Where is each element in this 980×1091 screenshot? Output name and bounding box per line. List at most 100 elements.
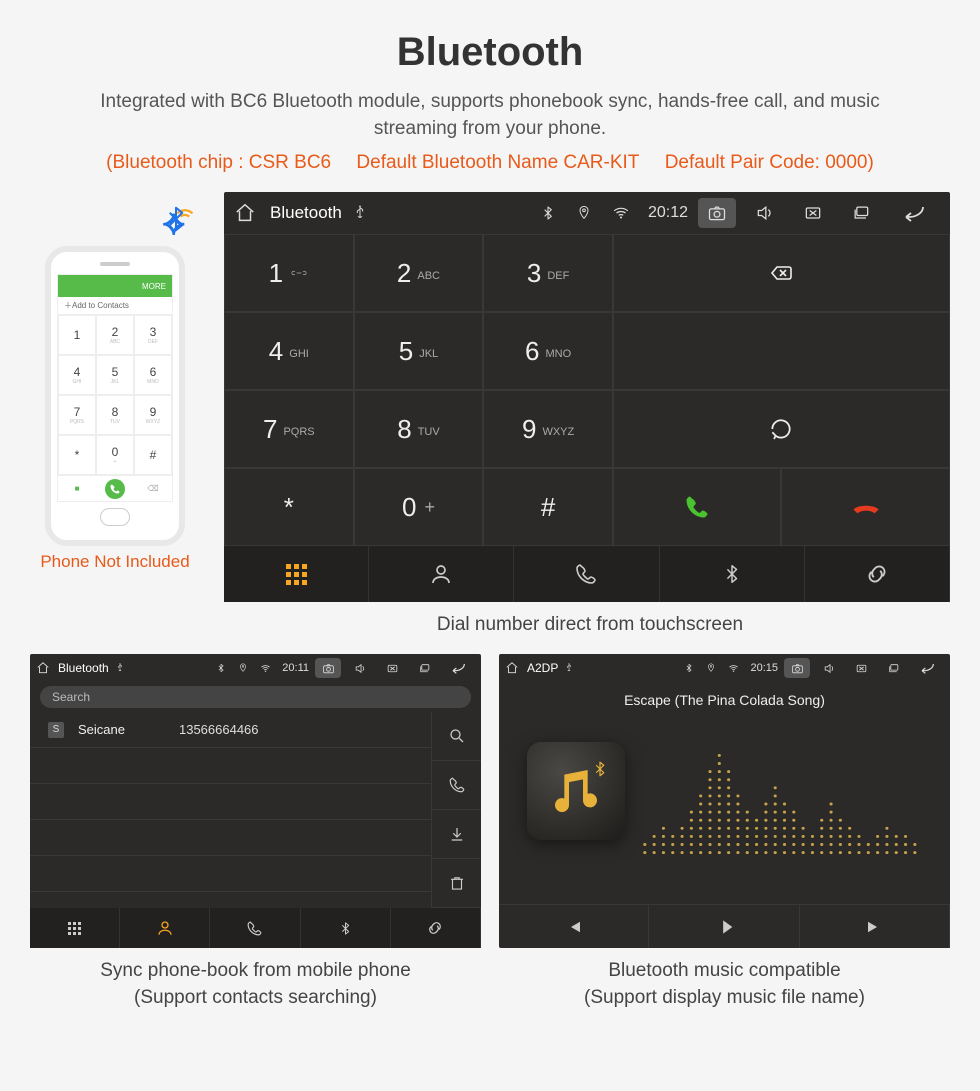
volume-icon[interactable] (746, 198, 784, 228)
contact-letter: S (48, 722, 64, 738)
dial-key-3[interactable]: 3DEF (483, 234, 613, 312)
location-icon (238, 663, 254, 673)
tab-bluetooth[interactable] (660, 546, 805, 602)
status-bar: Bluetooth 20:11 (30, 654, 481, 682)
dial-key-8[interactable]: 8TUV (354, 390, 484, 468)
contacts-caption: Sync phone-book from mobile phone(Suppor… (30, 958, 481, 1011)
phone-key: 2ABC (96, 315, 134, 355)
bottom-tabs (224, 546, 950, 602)
status-title: Bluetooth (58, 661, 109, 675)
dial-key-hash[interactable]: # (483, 468, 613, 546)
next-button[interactable] (800, 905, 950, 948)
recents-icon[interactable] (842, 198, 880, 228)
tab-pair[interactable] (391, 908, 481, 948)
screenshot-icon[interactable] (784, 658, 810, 678)
close-app-icon[interactable] (848, 658, 874, 678)
usb-icon (564, 663, 580, 673)
status-time: 20:11 (282, 662, 309, 674)
search-input[interactable]: Search (40, 686, 471, 708)
status-time: 20:15 (750, 662, 778, 674)
tab-dialpad[interactable] (224, 546, 369, 602)
close-app-icon[interactable] (379, 658, 405, 678)
usb-icon (352, 205, 378, 221)
tab-bluetooth[interactable] (301, 908, 391, 948)
phone-key: 1 (58, 315, 96, 355)
dial-key-4[interactable]: 4GHI (224, 312, 354, 390)
hangup-button[interactable] (781, 468, 950, 546)
dial-key-2[interactable]: 2ABC (354, 234, 484, 312)
back-icon[interactable] (912, 658, 944, 678)
phone-key: 0+ (96, 435, 134, 475)
backspace-button[interactable] (613, 234, 950, 312)
side-delete-icon[interactable] (431, 859, 481, 908)
headunit-dialer: Bluetooth 20:12 1 2ABC3DEF 4GHI5JKL6MNO 7P… (224, 192, 950, 602)
dial-key-6[interactable]: 6MNO (483, 312, 613, 390)
headunit-music: A2DP 20:15 Escape (The Pina Colada Song) (499, 654, 950, 948)
contact-number: 13566664466 (179, 722, 259, 737)
dial-key-5[interactable]: 5JKL (354, 312, 484, 390)
screenshot-icon[interactable] (315, 658, 341, 678)
phone-key: 9WXYZ (134, 395, 172, 435)
home-icon[interactable] (505, 661, 521, 675)
back-icon[interactable] (443, 658, 475, 678)
page-title: Bluetooth (0, 0, 980, 75)
page-subtitle: Integrated with BC6 Bluetooth module, su… (0, 75, 980, 148)
album-art (527, 742, 625, 840)
spec-code: Default Pair Code: 0000) (665, 152, 874, 173)
screenshot-icon[interactable] (698, 198, 736, 228)
wifi-icon (260, 663, 276, 674)
volume-icon[interactable] (347, 658, 373, 678)
volume-icon[interactable] (816, 658, 842, 678)
redial-button[interactable] (613, 390, 950, 468)
wifi-icon (612, 204, 638, 222)
status-time: 20:12 (648, 204, 688, 222)
phone-mock: ⟡ MORE ＋ Add to Contacts 12ABC3DEF4GHI5J… (45, 246, 185, 546)
empty-cell[interactable] (613, 312, 950, 390)
home-icon[interactable] (234, 202, 260, 224)
recents-icon[interactable] (411, 658, 437, 678)
song-title: Escape (The Pina Colada Song) (624, 692, 825, 708)
phone-call-icon (96, 476, 134, 501)
tab-dialpad[interactable] (30, 908, 120, 948)
phone-key: 7PQRS (58, 395, 96, 435)
home-icon[interactable] (36, 661, 52, 675)
tab-contacts[interactable] (120, 908, 210, 948)
call-button[interactable] (613, 468, 782, 546)
dial-key-1[interactable]: 1 (224, 234, 354, 312)
spec-name: Default Bluetooth Name CAR-KIT (356, 152, 639, 173)
music-caption: Bluetooth music compatible(Support displ… (499, 958, 950, 1011)
status-bar: A2DP 20:15 (499, 654, 950, 682)
usb-icon (115, 663, 131, 673)
recents-icon[interactable] (880, 658, 906, 678)
bluetooth-icon (216, 663, 232, 673)
phone-top-bar: MORE (58, 275, 172, 297)
tab-contacts[interactable] (369, 546, 514, 602)
contacts-list[interactable]: S Seicane 13566664466 (30, 712, 431, 908)
phone-key: 5JKL (96, 355, 134, 395)
tab-calls[interactable] (514, 546, 659, 602)
close-app-icon[interactable] (794, 198, 832, 228)
dialer-caption: Dial number direct from touchscreen (200, 614, 980, 636)
side-down-icon[interactable] (431, 810, 481, 859)
side-search-icon[interactable] (431, 712, 481, 761)
tab-calls[interactable] (210, 908, 300, 948)
contact-name: Seicane (78, 722, 125, 737)
status-title: A2DP (527, 661, 558, 675)
status-title: Bluetooth (270, 203, 342, 223)
phone-key: 8TUV (96, 395, 134, 435)
back-icon[interactable] (890, 198, 940, 228)
play-button[interactable] (649, 905, 799, 948)
contact-row[interactable]: S Seicane 13566664466 (30, 712, 431, 748)
phone-key: # (134, 435, 172, 475)
phone-video-icon: ■ (58, 476, 96, 501)
dial-key-7[interactable]: 7PQRS (224, 390, 354, 468)
dial-key-9[interactable]: 9WXYZ (483, 390, 613, 468)
phone-mock-column: ⟡ MORE ＋ Add to Contacts 12ABC3DEF4GHI5J… (30, 192, 200, 602)
side-call-icon[interactable] (431, 761, 481, 810)
bluetooth-emit-icon: ⟡ (163, 204, 185, 243)
prev-button[interactable] (499, 905, 649, 948)
dial-key-star[interactable]: * (224, 468, 354, 546)
dial-key-0[interactable]: 0+ (354, 468, 484, 546)
phone-add-contacts: ＋ Add to Contacts (58, 297, 172, 315)
tab-pair[interactable] (805, 546, 950, 602)
